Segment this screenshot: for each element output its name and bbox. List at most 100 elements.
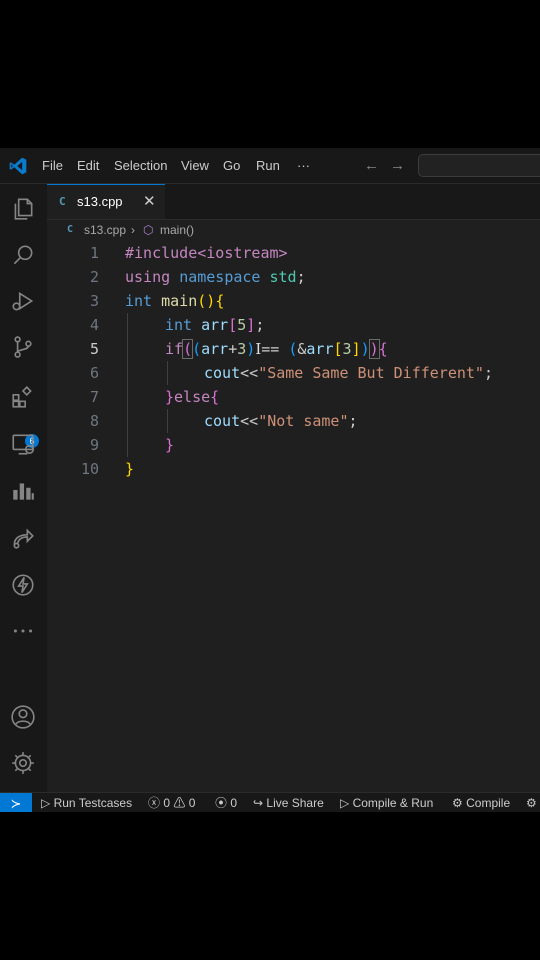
- run-testcases-button[interactable]: ▷ Run Testcases: [41, 793, 132, 812]
- keyword: namespace: [179, 268, 261, 286]
- code-line-7: 7 }else{: [47, 385, 540, 409]
- extensions-icon[interactable]: [10, 384, 36, 410]
- bracket: }: [125, 460, 135, 478]
- variable: arr: [306, 340, 334, 358]
- error-icon: ⓧ: [148, 796, 161, 810]
- variable: cout: [204, 364, 241, 382]
- menu-view[interactable]: View: [181, 148, 209, 183]
- compile-run-button[interactable]: ▷ Compile & Run: [340, 793, 433, 812]
- code-text: cout<<"Not same";: [204, 409, 358, 433]
- line-number: 10: [80, 460, 99, 478]
- status-bar: ≻ ▷ Run Testcases ⓧ 0 ⚠ 0 ⦿ 0 ↪ Live Sha…: [0, 792, 540, 812]
- analytics-icon[interactable]: [10, 478, 36, 504]
- line-number: 1: [89, 244, 99, 262]
- lightning-icon[interactable]: [10, 572, 36, 598]
- bracket: ]: [246, 316, 256, 334]
- bracket: {: [210, 388, 220, 406]
- command-center-search[interactable]: [418, 154, 540, 177]
- line-number: 5: [89, 340, 99, 358]
- code-text: if((arr+3)I== (&arr[3])){: [165, 337, 388, 361]
- run-testcases-label: Run Testcases: [53, 796, 133, 810]
- tab-s13-cpp[interactable]: C s13.cpp ✕: [47, 184, 165, 219]
- live-share-icon[interactable]: [10, 525, 36, 551]
- back-arrow-icon[interactable]: ←: [364, 148, 379, 183]
- account-icon[interactable]: [10, 704, 36, 730]
- code-line-4: 4 int arr[5];: [47, 313, 540, 337]
- remote-indicator[interactable]: ≻: [0, 793, 32, 812]
- line-number: 9: [89, 436, 99, 454]
- menu-edit[interactable]: Edit: [77, 148, 99, 183]
- code-text: int arr[5];: [165, 313, 264, 337]
- menu-selection[interactable]: Selection: [114, 148, 167, 183]
- bracket: (: [182, 339, 194, 359]
- title-bar: File Edit Selection View Go Run ··· ← →: [0, 148, 540, 184]
- explorer-icon[interactable]: [10, 196, 36, 222]
- code-line-10: 10 }: [47, 457, 540, 481]
- code-text: #include<iostream>: [125, 241, 288, 265]
- gear-icon: ⚙: [452, 796, 463, 810]
- code-line-6: 6 cout<<"Same Same But Different";: [47, 361, 540, 385]
- compile-run-label: Compile & Run: [352, 796, 434, 810]
- play-icon: ▷: [41, 796, 51, 810]
- breadcrumb-file[interactable]: s13.cpp: [84, 223, 126, 237]
- bracket: }: [165, 436, 175, 454]
- menu-file[interactable]: File: [42, 148, 63, 183]
- bracket: {: [215, 292, 225, 310]
- search-icon[interactable]: [10, 242, 36, 268]
- code-line-2: 2 using namespace std;: [47, 265, 540, 289]
- number: 3: [237, 340, 247, 358]
- breadcrumb-symbol[interactable]: main(): [160, 223, 194, 237]
- variable: arr: [201, 316, 229, 334]
- compile-button[interactable]: ⚙ Compile: [452, 793, 510, 812]
- code-text: using namespace std;: [125, 265, 306, 289]
- punct: ;: [296, 268, 306, 286]
- cube-icon: ⬡: [143, 223, 154, 237]
- live-share-label: Live Share: [266, 796, 324, 810]
- vscode-window: File Edit Selection View Go Run ··· ← → …: [0, 148, 540, 812]
- source-control-icon[interactable]: [10, 334, 36, 360]
- type: int: [165, 316, 193, 334]
- variable: arr: [201, 340, 229, 358]
- code-editor[interactable]: 1 #include<iostream> 2 using namespace s…: [47, 241, 540, 792]
- debug-icon[interactable]: ⚙: [526, 793, 537, 812]
- warning-icon: ⚠: [173, 796, 186, 810]
- live-share-button[interactable]: ↪ Live Share: [253, 793, 324, 812]
- cpp-file-icon: C: [67, 224, 74, 235]
- function-name: main: [161, 292, 198, 310]
- breadcrumb: C s13.cpp › ⬡ main(): [47, 219, 540, 241]
- forward-arrow-icon[interactable]: →: [390, 148, 405, 183]
- line-number: 4: [89, 316, 99, 334]
- remote-explorer-icon[interactable]: [10, 431, 36, 457]
- operator: <<: [240, 412, 259, 430]
- error-count: 0: [163, 796, 171, 810]
- live-share-icon: ↪: [253, 796, 264, 810]
- code-text: }: [165, 433, 174, 457]
- tab-label: s13.cpp: [77, 194, 123, 209]
- menu-run[interactable]: Run: [256, 148, 280, 183]
- more-views-icon[interactable]: [10, 618, 36, 644]
- settings-gear-icon[interactable]: [10, 750, 36, 776]
- antenna-icon: ⦿: [215, 796, 228, 810]
- number: 3: [342, 340, 352, 358]
- namespace-name: std: [269, 268, 297, 286]
- include-directive: #include<iostream>: [125, 244, 288, 262]
- type: int: [125, 292, 153, 310]
- bracket: ]: [351, 340, 361, 358]
- compile-label: Compile: [466, 796, 511, 810]
- line-number: 6: [89, 364, 99, 382]
- punct: ;: [255, 316, 265, 334]
- punct: ;: [348, 412, 358, 430]
- close-icon[interactable]: ✕: [143, 192, 156, 210]
- menu-go[interactable]: Go: [223, 148, 240, 183]
- bracket: ): [360, 340, 370, 358]
- keyword: if: [165, 340, 184, 358]
- ports-indicator[interactable]: ⦿ 0: [215, 793, 237, 812]
- bracket: ): [246, 340, 256, 358]
- problems-indicator[interactable]: ⓧ 0 ⚠ 0: [148, 793, 195, 812]
- line-number: 7: [89, 388, 99, 406]
- run-debug-icon[interactable]: [10, 288, 36, 314]
- string-literal: "Not same": [258, 412, 349, 430]
- line-number: 2: [89, 268, 99, 286]
- menu-more[interactable]: ···: [297, 148, 310, 183]
- warning-count: 0: [188, 796, 196, 810]
